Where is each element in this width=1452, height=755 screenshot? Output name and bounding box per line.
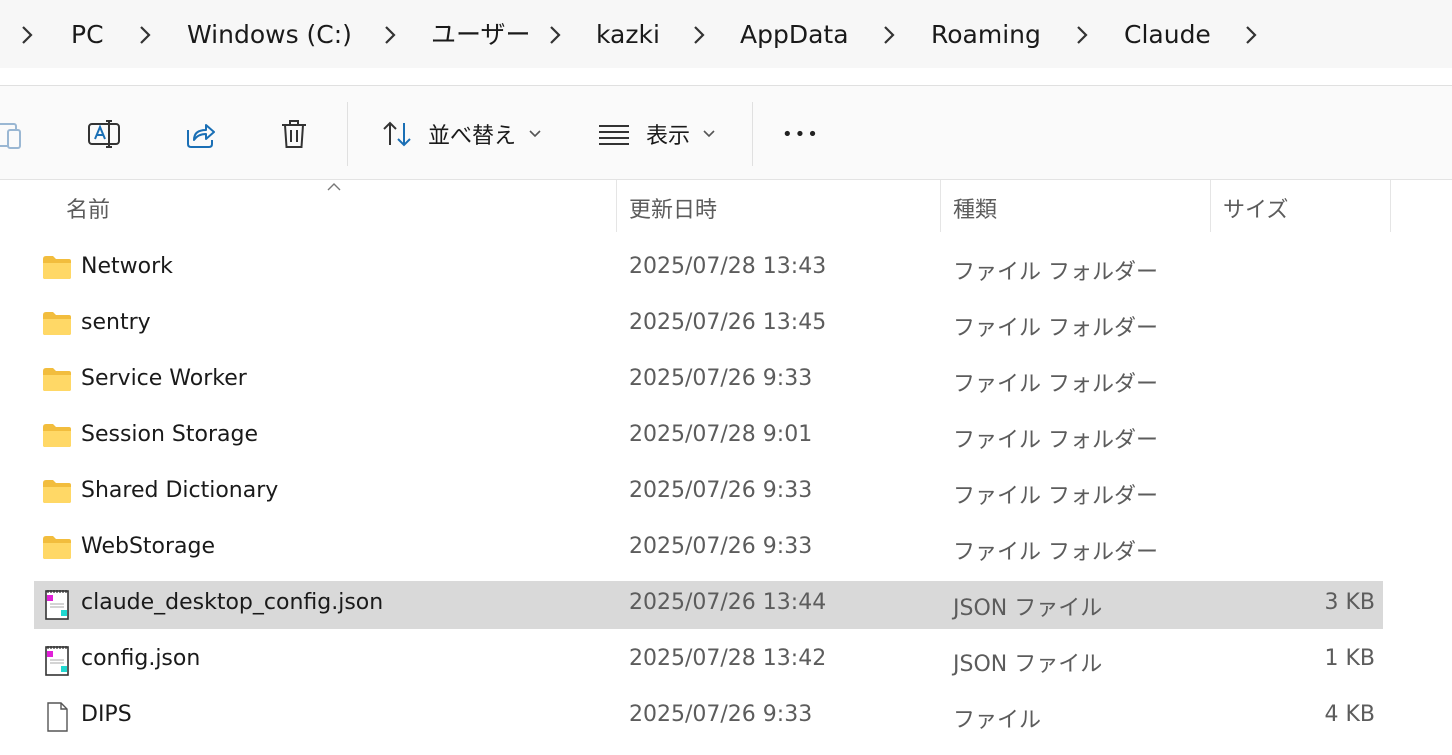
- file-icon: [47, 702, 68, 732]
- view-label: 表示: [646, 124, 691, 149]
- folder-icon: [43, 480, 71, 503]
- file-name: WebStorage: [81, 534, 216, 559]
- file-size: 3 KB: [1324, 590, 1375, 615]
- chevron-right-icon[interactable]: [1244, 24, 1258, 46]
- file-date: 2025/07/26 9:33: [629, 478, 813, 503]
- toolbar-divider: [347, 102, 348, 166]
- folder-icon: [43, 312, 71, 335]
- folder-icon: [43, 256, 71, 279]
- paste-icon[interactable]: [0, 116, 28, 152]
- file-name: DIPS: [81, 702, 132, 727]
- folder-icon: [43, 424, 71, 447]
- delete-icon[interactable]: [276, 116, 312, 152]
- folder-icon: [43, 368, 71, 391]
- sort-button[interactable]: 並べ替え: [380, 114, 542, 154]
- chevron-down-icon: [529, 130, 541, 138]
- column-divider[interactable]: [940, 180, 941, 232]
- column-header-date[interactable]: 更新日時: [629, 192, 717, 224]
- file-type: ファイル フォルダー: [953, 372, 1158, 397]
- toolbar-divider: [752, 102, 753, 166]
- file-type: JSON ファイル: [953, 596, 1103, 621]
- breadcrumb-claude[interactable]: Claude: [1124, 18, 1211, 52]
- chevron-right-icon[interactable]: [692, 24, 706, 46]
- column-divider[interactable]: [616, 180, 617, 232]
- breadcrumb-windows-c[interactable]: Windows (C:): [187, 18, 352, 52]
- address-bar: PC Windows (C:) ユーザー kazki AppData Roami…: [0, 0, 1452, 68]
- chevron-right-icon[interactable]: [383, 24, 397, 46]
- file-name: config.json: [81, 646, 201, 671]
- file-row[interactable]: sentry 2025/07/26 13:45 ファイル フォルダー: [34, 301, 1383, 349]
- chevron-right-icon[interactable]: [882, 24, 896, 46]
- column-divider[interactable]: [1390, 180, 1391, 232]
- more-options-button[interactable]: •••: [782, 114, 820, 154]
- file-type: ファイル フォルダー: [953, 484, 1158, 509]
- file-name: Network: [81, 254, 173, 279]
- rename-icon[interactable]: [86, 116, 122, 152]
- file-name: sentry: [81, 310, 151, 335]
- chevron-right-icon[interactable]: [548, 24, 562, 46]
- file-size: 4 KB: [1324, 702, 1375, 727]
- folder-icon: [43, 536, 71, 559]
- file-row[interactable]: Session Storage 2025/07/28 9:01 ファイル フォルダー: [34, 413, 1383, 461]
- column-header-size[interactable]: サイズ: [1223, 192, 1288, 224]
- file-name: Service Worker: [81, 366, 247, 391]
- json-file-icon: [45, 590, 69, 620]
- sort-label: 並べ替え: [428, 124, 517, 149]
- breadcrumb-kazki[interactable]: kazki: [596, 18, 660, 52]
- file-row[interactable]: claude_desktop_config.json 2025/07/26 13:…: [34, 581, 1383, 629]
- column-header-type[interactable]: 種類: [953, 192, 997, 224]
- column-divider[interactable]: [1210, 180, 1211, 232]
- file-name: claude_desktop_config.json: [81, 590, 384, 615]
- chevron-right-icon[interactable]: [20, 24, 34, 46]
- file-row[interactable]: WebStorage 2025/07/26 9:33 ファイル フォルダー: [34, 525, 1383, 573]
- file-row[interactable]: Shared Dictionary 2025/07/26 9:33 ファイル フォル…: [34, 469, 1383, 517]
- file-type: ファイル フォルダー: [953, 540, 1158, 565]
- file-date: 2025/07/28 13:42: [629, 646, 827, 671]
- breadcrumb-roaming[interactable]: Roaming: [931, 18, 1041, 52]
- more-icon: •••: [782, 123, 820, 145]
- chevron-right-icon[interactable]: [138, 24, 152, 46]
- file-type: ファイル フォルダー: [953, 428, 1158, 453]
- column-header-bar: 名前 更新日時 種類 サイズ: [0, 180, 1452, 232]
- chevron-right-icon[interactable]: [1075, 24, 1089, 46]
- file-date: 2025/07/28 9:01: [629, 422, 813, 447]
- file-date: 2025/07/28 13:43: [629, 254, 827, 279]
- file-type: ファイル フォルダー: [953, 316, 1158, 341]
- file-size: 1 KB: [1324, 646, 1375, 671]
- breadcrumb-users[interactable]: ユーザー: [431, 18, 531, 52]
- breadcrumb-pc[interactable]: PC: [71, 18, 104, 52]
- sort-ascending-icon: [327, 183, 341, 191]
- command-bar: 並べ替え 表示 •••: [0, 85, 1452, 180]
- file-date: 2025/07/26 9:33: [629, 702, 813, 727]
- sort-icon: [383, 121, 411, 147]
- file-date: 2025/07/26 9:33: [629, 366, 813, 391]
- file-date: 2025/07/26 9:33: [629, 534, 813, 559]
- view-list-icon: [599, 125, 629, 145]
- file-row[interactable]: Network 2025/07/28 13:43 ファイル フォルダー: [34, 245, 1383, 293]
- chevron-down-icon: [703, 130, 715, 138]
- file-date: 2025/07/26 13:45: [629, 310, 827, 335]
- column-header-name[interactable]: 名前: [66, 192, 110, 224]
- file-row[interactable]: config.json 2025/07/28 13:42 JSON ファイル 1 KB: [34, 637, 1383, 685]
- file-name: Shared Dictionary: [81, 478, 279, 503]
- json-file-icon: [45, 646, 69, 676]
- file-type: JSON ファイル: [953, 652, 1103, 677]
- file-type: ファイル: [953, 708, 1042, 733]
- file-row[interactable]: Service Worker 2025/07/26 9:33 ファイル フォルダー: [34, 357, 1383, 405]
- file-name: Session Storage: [81, 422, 259, 447]
- file-type: ファイル フォルダー: [953, 260, 1158, 285]
- view-button[interactable]: 表示: [596, 114, 716, 154]
- file-date: 2025/07/26 13:44: [629, 590, 827, 615]
- file-row[interactable]: DIPS 2025/07/26 9:33 ファイル 4 KB: [34, 693, 1383, 741]
- spacer: [0, 68, 1452, 85]
- share-icon[interactable]: [182, 116, 218, 152]
- breadcrumb-appdata[interactable]: AppData: [740, 18, 849, 52]
